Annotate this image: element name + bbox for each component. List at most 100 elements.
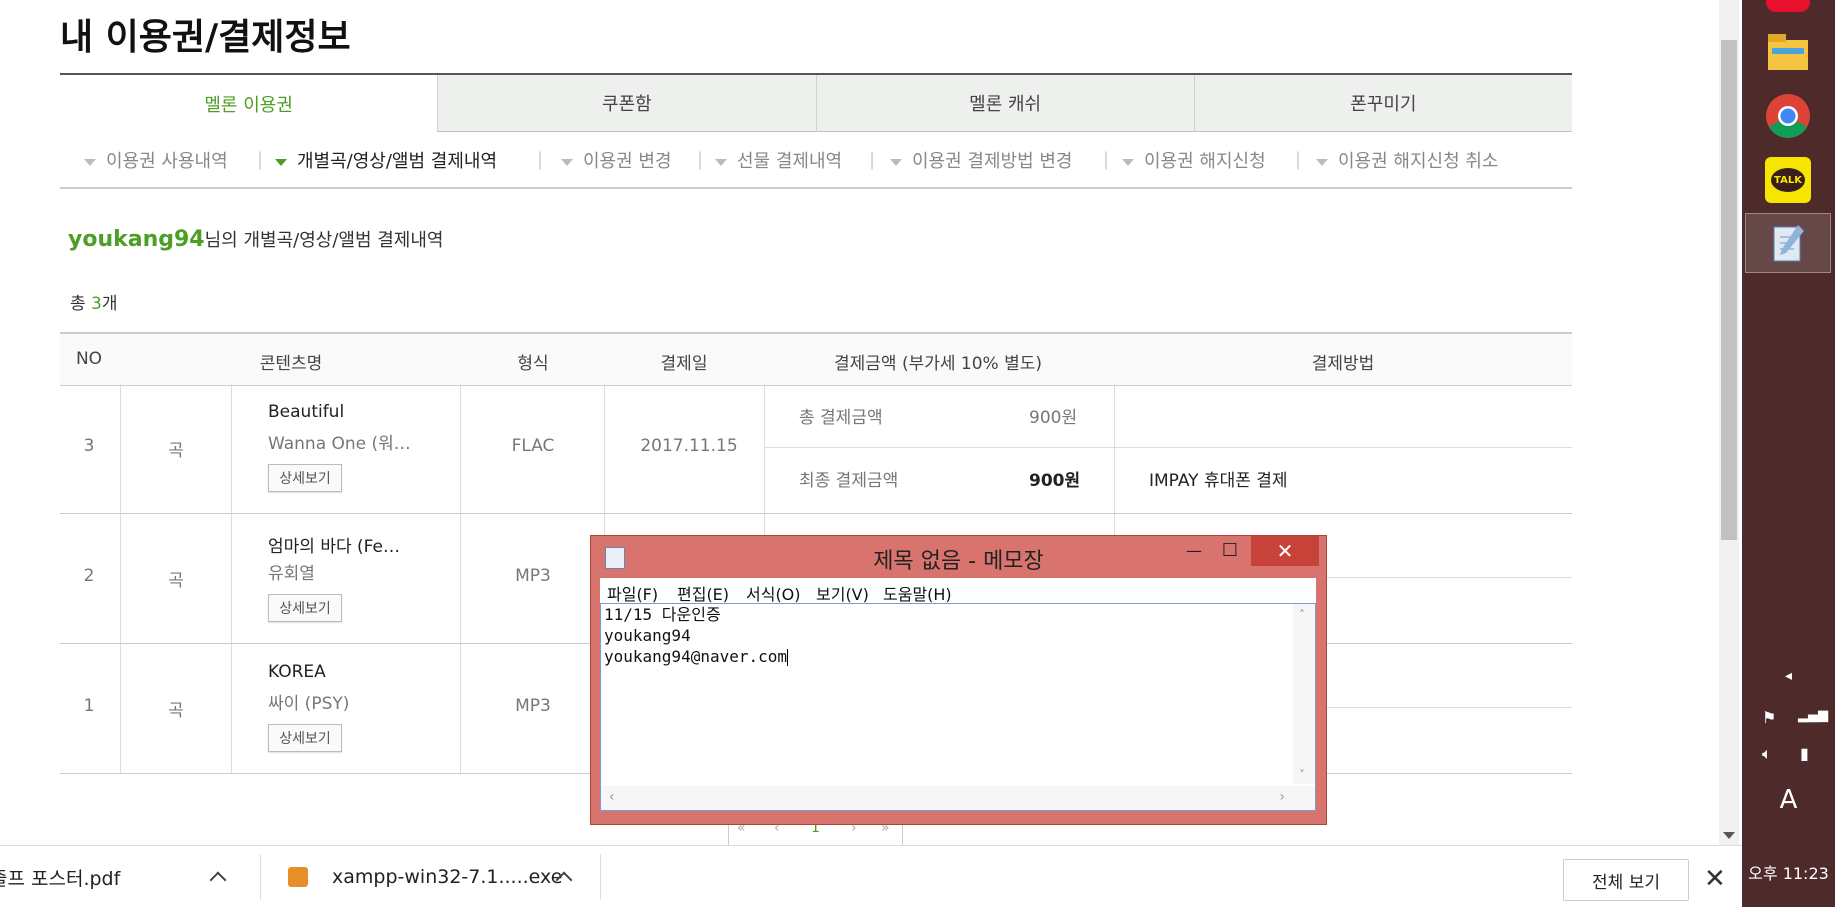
- menu-help[interactable]: 도움말(H): [883, 581, 952, 605]
- header-format: 형식: [517, 354, 549, 374]
- header-date: 결제일: [660, 354, 708, 374]
- menu-view[interactable]: 보기(V): [816, 581, 869, 605]
- divider: |: [257, 149, 264, 170]
- divider: |: [1103, 149, 1110, 170]
- notepad-taskbar-icon[interactable]: [1745, 213, 1831, 273]
- row-title[interactable]: Beautiful: [268, 402, 344, 422]
- downloads-bar: 줄프 포스터.pdf xampp-win32-7.1.....exe: [0, 845, 1742, 908]
- notepad-content[interactable]: 11/15 다운인증 youkang94 youkang94@naver.com: [604, 604, 789, 667]
- app-partial-icon[interactable]: [1766, 0, 1810, 12]
- detail-button[interactable]: 상세보기: [268, 464, 342, 492]
- close-icon[interactable]: ✕: [1704, 864, 1726, 894]
- flag-icon[interactable]: ⚑: [1762, 708, 1776, 727]
- total-amount: 900원: [1029, 408, 1078, 428]
- notepad-menubar: 파일(F) 편집(E) 서식(O) 보기(V) 도움말(H): [600, 578, 1316, 605]
- chevron-right-icon[interactable]: ›: [1279, 789, 1285, 805]
- subnav-label: 이용권 사용내역: [106, 151, 228, 172]
- total-count: 총 3개: [70, 289, 118, 314]
- row-title[interactable]: 엄마의 바다 (Fe…: [268, 532, 400, 557]
- download-filename: 줄프 포스터.pdf: [0, 867, 121, 890]
- subnav-payment-history[interactable]: 개별곡/영상/앨범 결제내역: [275, 147, 497, 173]
- username: youkang94: [68, 227, 205, 252]
- menu-format[interactable]: 서식(O): [746, 581, 801, 605]
- row-format: MP3: [515, 566, 551, 586]
- header-amount: 결제금액 (부가세 10% 별도): [833, 354, 1043, 374]
- windows-taskbar: TALK ◂ ⚑ ▂▄▆ 🔈︎ ▮ A 오후 11:23: [1742, 0, 1835, 907]
- chevron-up-icon[interactable]: ˄: [1299, 608, 1305, 622]
- subnav-change-payment-method[interactable]: 이용권 결제방법 변경: [890, 147, 1072, 173]
- count-value: 3: [91, 294, 102, 314]
- subnav-cancel-request[interactable]: 이용권 해지신청: [1122, 147, 1266, 173]
- notepad-titlebar[interactable]: 제목 없음 - 메모장 — ☐ ✕: [591, 536, 1326, 578]
- row-type: 곡: [168, 701, 184, 721]
- row-type: 곡: [168, 441, 184, 461]
- chrome-icon[interactable]: [1745, 86, 1831, 146]
- ime-indicator[interactable]: A: [1742, 785, 1835, 815]
- download-item[interactable]: 줄프 포스터.pdf: [0, 846, 250, 908]
- notepad-vertical-scrollbar[interactable]: ˄ ˅: [1293, 604, 1315, 784]
- triangle-down-icon: [1122, 158, 1134, 166]
- chevron-down-icon[interactable]: ˅: [1299, 768, 1305, 782]
- triangle-down-icon: [275, 158, 287, 166]
- download-item[interactable]: xampp-win32-7.1.....exe: [288, 846, 598, 908]
- file-explorer-icon[interactable]: [1745, 22, 1831, 82]
- subnav-label: 이용권 결제방법 변경: [912, 151, 1073, 172]
- final-amount-label: 최종 결제금액: [799, 471, 899, 491]
- triangle-down-icon: [1316, 158, 1328, 166]
- row-artist[interactable]: 유회열: [268, 559, 315, 584]
- maximize-button[interactable]: ☐: [1213, 536, 1247, 564]
- clock[interactable]: 오후 11:23: [1742, 860, 1835, 884]
- main-tabs: 멜론 이용권 쿠폰함 멜론 캐쉬 폰꾸미기: [60, 73, 1572, 132]
- signal-icon[interactable]: ▂▄▆: [1798, 708, 1828, 723]
- table-row: 3 곡 Beautiful Wanna One (워… 상세보기 FLAC 20…: [60, 384, 1572, 514]
- text-cursor: [787, 649, 789, 666]
- row-format: FLAC: [511, 436, 555, 456]
- count-suffix: 개: [101, 294, 118, 314]
- header-method: 결제방법: [1311, 354, 1375, 374]
- subnav-label: 이용권 해지신청 취소: [1338, 151, 1499, 172]
- payment-method: IMPAY 휴대폰 결제: [1149, 471, 1288, 491]
- close-button[interactable]: ✕: [1251, 536, 1319, 566]
- subnav-cancel-request-undo[interactable]: 이용권 해지신청 취소: [1316, 147, 1498, 173]
- show-all-button[interactable]: 전체 보기: [1563, 859, 1689, 901]
- page-scrollbar[interactable]: [1719, 0, 1739, 845]
- row-title[interactable]: KOREA: [268, 662, 326, 682]
- download-filename: xampp-win32-7.1.....exe: [332, 866, 563, 888]
- menu-file[interactable]: 파일(F): [607, 581, 658, 605]
- detail-button[interactable]: 상세보기: [268, 594, 342, 622]
- tab-coupons[interactable]: 쿠폰함: [437, 75, 816, 132]
- chevron-up-icon[interactable]: [209, 871, 227, 889]
- subnav-gift-history[interactable]: 선물 결제내역: [715, 147, 842, 173]
- notepad-text-area[interactable]: 11/15 다운인증 youkang94 youkang94@naver.com ˄…: [600, 603, 1316, 811]
- row-artist[interactable]: 싸이 (PSY): [268, 689, 349, 714]
- row-no: 3: [83, 436, 95, 456]
- exe-file-icon: [288, 867, 308, 887]
- chevron-left-icon[interactable]: ‹: [609, 789, 615, 805]
- kakaotalk-icon[interactable]: TALK: [1745, 150, 1831, 210]
- text-line: youkang94: [604, 626, 691, 645]
- battery-icon[interactable]: ▮: [1800, 744, 1809, 763]
- speaker-icon[interactable]: 🔈︎: [1762, 744, 1772, 764]
- subnav-usage-history[interactable]: 이용권 사용내역: [84, 147, 228, 173]
- row-artist[interactable]: Wanna One (워…: [268, 429, 411, 454]
- tab-phone-deco[interactable]: 폰꾸미기: [1193, 75, 1572, 132]
- tab-melon-pass[interactable]: 멜론 이용권: [60, 75, 438, 132]
- detail-button[interactable]: 상세보기: [268, 724, 342, 752]
- scroll-down-arrow-icon[interactable]: [1723, 832, 1735, 839]
- sub-navigation: 이용권 사용내역 | 개별곡/영상/앨범 결제내역 | 이용권 변경 | 선물 …: [60, 143, 1572, 189]
- subnav-change-pass[interactable]: 이용권 변경: [561, 147, 672, 173]
- row-type: 곡: [168, 571, 184, 591]
- divider: |: [697, 149, 704, 170]
- tray-expand-icon[interactable]: ◂: [1742, 668, 1835, 684]
- subnav-label: 개별곡/영상/앨범 결제내역: [297, 151, 498, 172]
- divider: |: [1295, 149, 1302, 170]
- scrollbar-thumb[interactable]: [1721, 40, 1737, 540]
- notepad-horizontal-scrollbar[interactable]: ‹ ›: [601, 786, 1315, 810]
- row-no: 2: [83, 566, 95, 586]
- page-title: 내 이용권/결제정보: [60, 17, 351, 58]
- subnav-label: 이용권 해지신청: [1144, 151, 1266, 172]
- header-no: NO: [75, 349, 103, 369]
- menu-edit[interactable]: 편집(E): [677, 581, 729, 605]
- minimize-button[interactable]: —: [1177, 536, 1211, 564]
- tab-melon-cash[interactable]: 멜론 캐쉬: [815, 75, 1194, 132]
